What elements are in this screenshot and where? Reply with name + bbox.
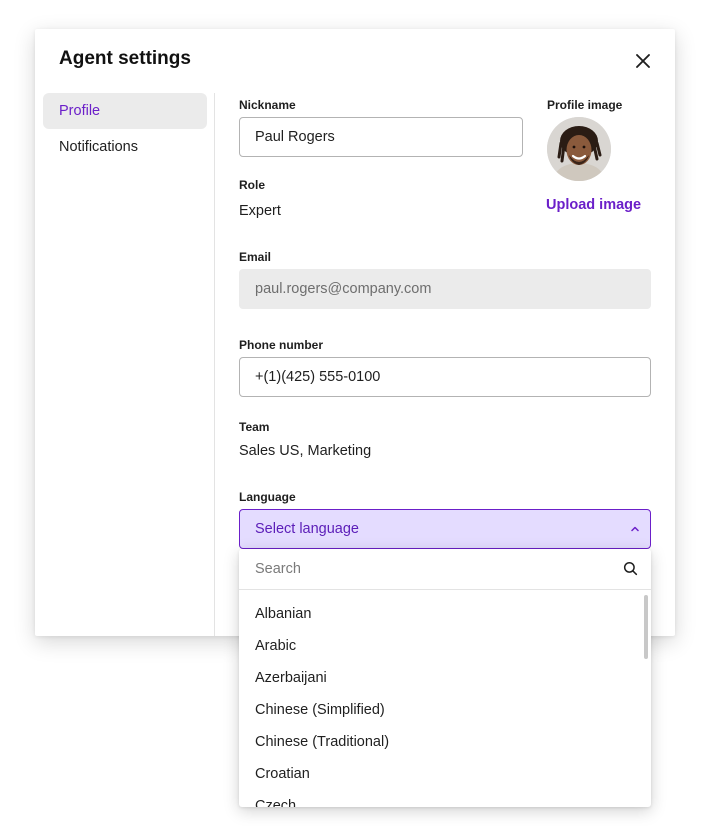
list-item[interactable]: Croatian xyxy=(239,758,651,790)
team-label: Team xyxy=(239,420,270,434)
list-item[interactable]: Albanian xyxy=(239,598,651,630)
language-select-value: Select language xyxy=(255,521,359,537)
email-field: paul.rogers@company.com xyxy=(239,269,651,309)
avatar-image xyxy=(547,117,611,181)
nickname-input[interactable]: Paul Rogers xyxy=(239,117,523,157)
language-label: Language xyxy=(239,490,296,504)
role-value: Expert xyxy=(239,203,281,219)
language-options: Albanian Arabic Azerbaijani Chinese (Sim… xyxy=(239,598,651,807)
language-select[interactable]: Select language xyxy=(239,509,651,549)
upload-image-link[interactable]: Upload image xyxy=(546,197,641,213)
team-value: Sales US, Marketing xyxy=(239,443,372,459)
close-icon xyxy=(636,54,650,68)
role-label: Role xyxy=(239,178,266,192)
list-item[interactable]: Czech xyxy=(239,790,651,807)
list-item[interactable]: Arabic xyxy=(239,630,651,662)
nav-item-notifications[interactable]: Notifications xyxy=(43,129,207,165)
search-icon[interactable] xyxy=(623,561,638,576)
email-label: Email xyxy=(239,250,272,264)
close-button[interactable] xyxy=(633,51,653,71)
language-search-input[interactable]: Search xyxy=(239,549,651,590)
vertical-divider xyxy=(214,93,215,636)
list-item[interactable]: Azerbaijani xyxy=(239,662,651,694)
phone-label: Phone number xyxy=(239,338,324,352)
modal-title: Agent settings xyxy=(59,48,191,69)
nav-item-profile[interactable]: Profile xyxy=(43,93,207,129)
profile-image-label: Profile image xyxy=(547,98,623,112)
list-item[interactable]: Chinese (Simplified) xyxy=(239,694,651,726)
dropdown-scrollbar[interactable] xyxy=(644,595,648,659)
avatar xyxy=(547,117,611,181)
chevron-up-icon xyxy=(631,526,639,532)
nickname-label: Nickname xyxy=(239,98,296,112)
settings-nav: Profile Notifications xyxy=(43,93,207,165)
phone-input[interactable]: +(1)(425) 555-0100 xyxy=(239,357,651,397)
language-dropdown: Search Albanian Arabic Azerbaijani Chine… xyxy=(239,549,651,807)
agent-settings-modal: Agent settings Profile Notifications Nic… xyxy=(35,29,675,636)
list-item[interactable]: Chinese (Traditional) xyxy=(239,726,651,758)
